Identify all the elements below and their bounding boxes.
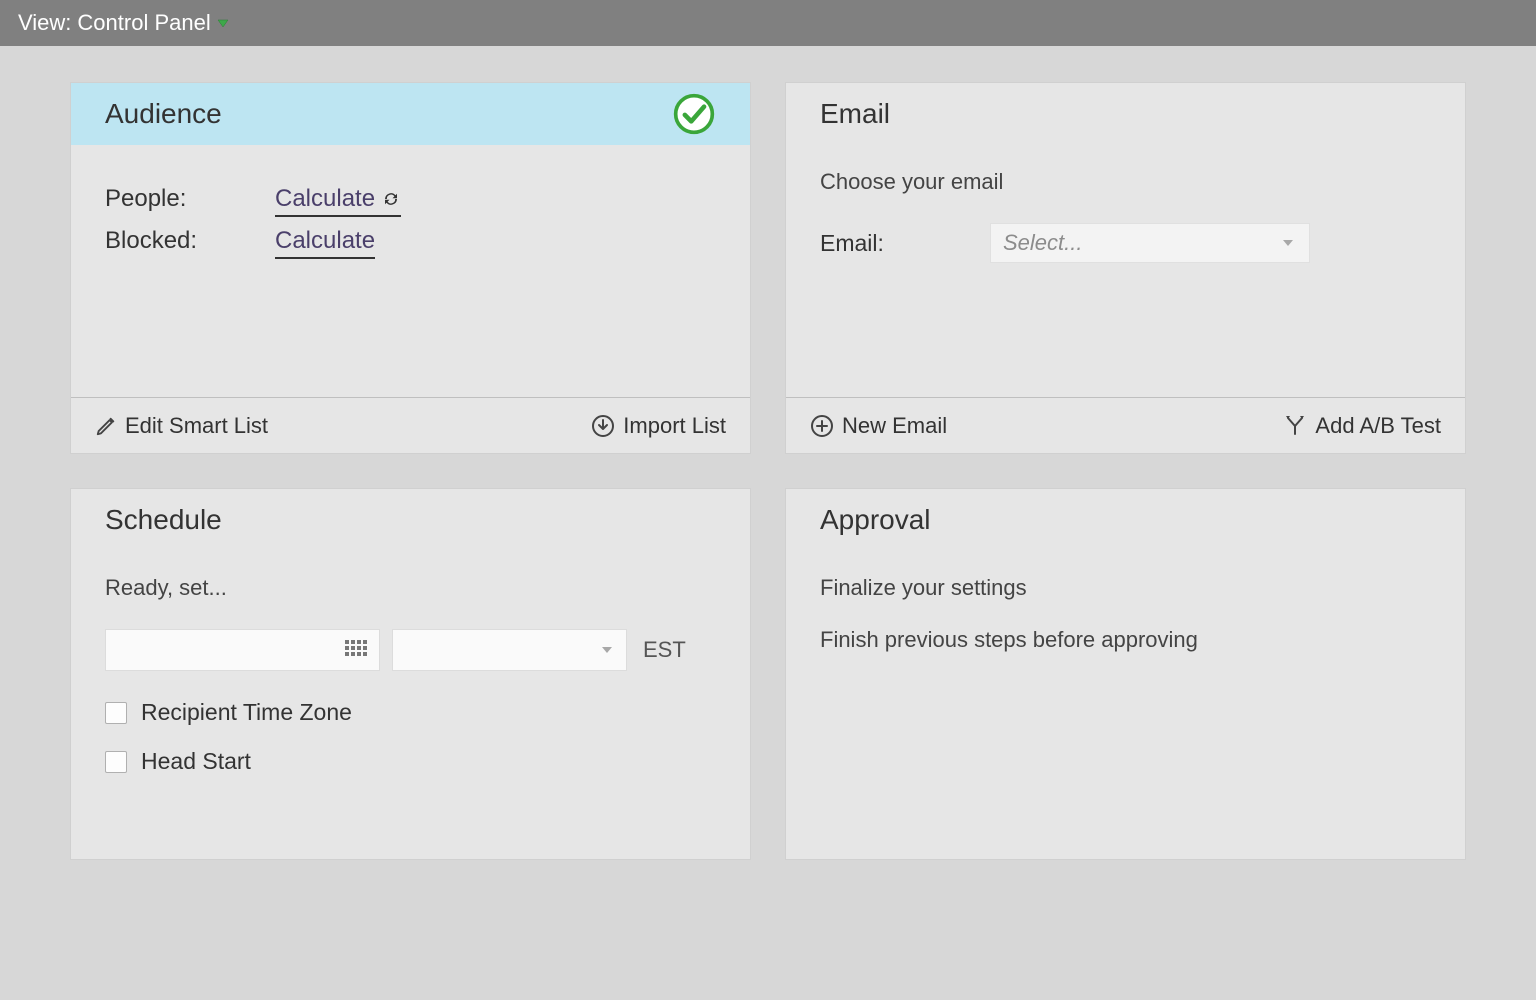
- schedule-title: Schedule: [105, 504, 222, 536]
- head-start-label: Head Start: [141, 748, 251, 775]
- calculate-people-text: Calculate: [275, 185, 375, 213]
- split-icon: [1283, 416, 1307, 436]
- email-title: Email: [820, 98, 890, 130]
- email-footer: New Email Add A/B Test: [786, 397, 1465, 453]
- audience-blocked-row: Blocked: Calculate: [105, 227, 716, 259]
- schedule-controls: EST: [105, 629, 716, 671]
- audience-body: People: Calculate Blocked: Calculate: [71, 145, 750, 397]
- calculate-blocked-link[interactable]: Calculate: [275, 227, 375, 259]
- audience-header: Audience: [71, 83, 750, 145]
- recipient-timezone-checkbox[interactable]: [105, 702, 127, 724]
- plus-circle-icon: [810, 414, 834, 438]
- schedule-panel: Schedule Ready, set...: [70, 488, 751, 860]
- schedule-header: Schedule: [71, 489, 750, 551]
- approval-instruction: Finish previous steps before approving: [820, 627, 1431, 653]
- email-panel: Email Choose your email Email: Select...: [785, 82, 1466, 454]
- calculate-people-link[interactable]: Calculate: [275, 185, 401, 217]
- import-list-label: Import List: [623, 413, 726, 439]
- view-name: Control Panel: [77, 10, 210, 36]
- calendar-icon: [345, 640, 369, 660]
- chevron-down-icon: [600, 645, 614, 655]
- chevron-down-icon: [217, 18, 229, 28]
- chevron-down-icon: [1281, 238, 1295, 248]
- pencil-icon: [95, 415, 117, 437]
- email-header: Email: [786, 83, 1465, 145]
- audience-panel: Audience People: Calculate: [70, 82, 751, 454]
- schedule-date-input[interactable]: [105, 629, 380, 671]
- approval-title: Approval: [820, 504, 931, 536]
- import-icon: [591, 414, 615, 438]
- email-field-label: Email:: [820, 230, 950, 257]
- email-subtitle: Choose your email: [820, 169, 1431, 195]
- audience-title: Audience: [105, 98, 222, 130]
- schedule-subtitle: Ready, set...: [105, 575, 716, 601]
- content-grid: Audience People: Calculate: [0, 46, 1536, 896]
- edit-smart-list-button[interactable]: Edit Smart List: [95, 413, 268, 439]
- email-field-row: Email: Select...: [820, 223, 1431, 263]
- view-switch[interactable]: Control Panel: [77, 10, 228, 36]
- email-select-placeholder: Select...: [1003, 230, 1082, 256]
- recipient-timezone-label: Recipient Time Zone: [141, 699, 352, 726]
- refresh-icon: [381, 190, 401, 208]
- approval-subtitle: Finalize your settings: [820, 575, 1431, 601]
- head-start-row: Head Start: [105, 748, 716, 775]
- schedule-timezone: EST: [643, 637, 686, 663]
- recipient-timezone-row: Recipient Time Zone: [105, 699, 716, 726]
- import-list-button[interactable]: Import List: [591, 413, 726, 439]
- approval-body: Finalize your settings Finish previous s…: [786, 551, 1465, 859]
- top-bar: View: Control Panel: [0, 0, 1536, 46]
- audience-people-row: People: Calculate: [105, 185, 716, 217]
- approval-header: Approval: [786, 489, 1465, 551]
- add-ab-test-label: Add A/B Test: [1315, 413, 1441, 439]
- approval-panel: Approval Finalize your settings Finish p…: [785, 488, 1466, 860]
- head-start-checkbox[interactable]: [105, 751, 127, 773]
- new-email-label: New Email: [842, 413, 947, 439]
- new-email-button[interactable]: New Email: [810, 413, 947, 439]
- audience-blocked-label: Blocked:: [105, 227, 275, 255]
- schedule-body: Ready, set... EST: [71, 551, 750, 859]
- check-circle-icon: [672, 92, 716, 136]
- audience-footer: Edit Smart List Import List: [71, 397, 750, 453]
- edit-smart-list-label: Edit Smart List: [125, 413, 268, 439]
- audience-people-label: People:: [105, 185, 275, 213]
- email-select[interactable]: Select...: [990, 223, 1310, 263]
- email-body: Choose your email Email: Select...: [786, 145, 1465, 397]
- add-ab-test-button[interactable]: Add A/B Test: [1283, 413, 1441, 439]
- calculate-blocked-text: Calculate: [275, 227, 375, 255]
- view-prefix: View:: [18, 10, 71, 36]
- schedule-time-select[interactable]: [392, 629, 627, 671]
